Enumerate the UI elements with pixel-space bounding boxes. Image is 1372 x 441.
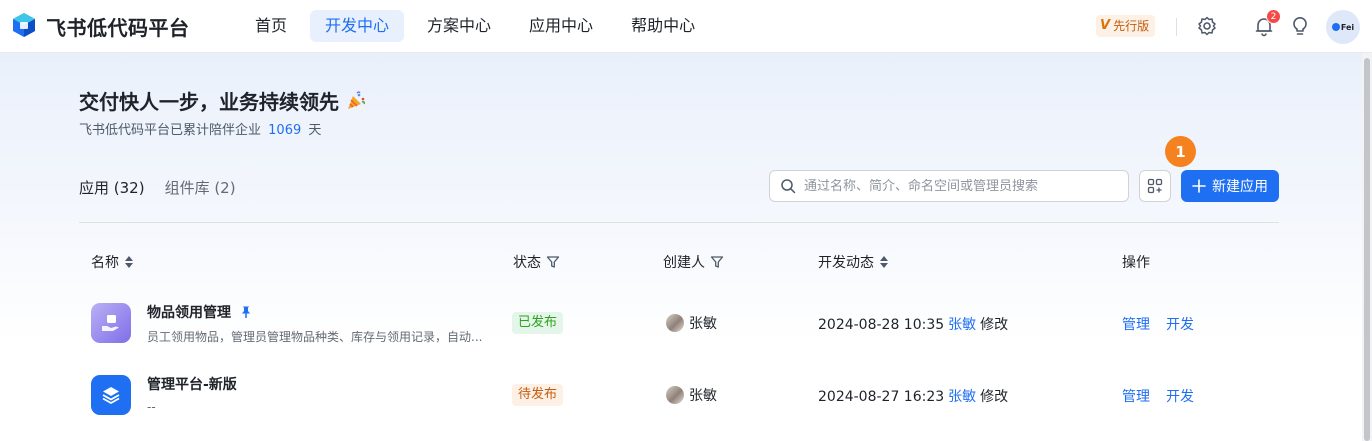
creator: 张敏 <box>666 313 717 333</box>
manage-link[interactable]: 管理 <box>1122 386 1150 406</box>
app-name[interactable]: 物品领用管理 <box>147 302 253 322</box>
party-popper-icon <box>348 90 365 109</box>
app-name[interactable]: 管理平台-新版 <box>147 374 237 394</box>
column-header-actions-label: 操作 <box>1122 255 1150 271</box>
develop-link[interactable]: 开发 <box>1166 386 1194 406</box>
lightbulb-icon[interactable] <box>1289 15 1311 37</box>
brand-name[interactable]: 飞书低代码平台 <box>46 12 190 41</box>
column-header-activity-label: 开发动态 <box>818 255 874 271</box>
status-badge: 已发布 <box>512 312 564 334</box>
dev-activity: 2024-08-27 16:23 张敏 修改 <box>818 386 1008 406</box>
nav-home[interactable]: 首页 <box>240 10 302 42</box>
filter-icon[interactable] <box>710 255 724 269</box>
column-header-creator-label: 创建人 <box>663 255 705 271</box>
develop-link[interactable]: 开发 <box>1166 314 1194 334</box>
hero-subtitle-suffix: 天 <box>308 123 322 138</box>
top-navigation-bar: 飞书低代码平台 首页 开发中心 方案中心 应用中心 帮助中心 V 先行版 2 F… <box>0 0 1372 53</box>
activity-action: 修改 <box>980 317 1009 333</box>
avatar-brand-dot-icon <box>1331 23 1340 31</box>
tab-apps[interactable]: 应用 (32) <box>79 177 145 198</box>
hero-subtitle-prefix: 飞书低代码平台已累计陪伴企业 <box>79 123 262 138</box>
column-header-status-label: 状态 <box>513 255 541 271</box>
pin-icon[interactable] <box>239 305 253 319</box>
apps-grid-add-icon <box>1147 178 1163 194</box>
plus-icon <box>1192 179 1206 193</box>
hero-title: 交付快人一步，业务持续领先 <box>79 86 367 115</box>
app-name-text: 管理平台-新版 <box>147 377 237 393</box>
activity-user[interactable]: 张敏 <box>948 317 976 333</box>
app-icon-goods <box>91 303 131 343</box>
settings-gear-icon[interactable] <box>1196 15 1218 37</box>
column-header-name-label: 名称 <box>91 255 119 271</box>
lark-lowcode-logo-icon[interactable] <box>10 11 38 39</box>
row-actions: 管理 开发 <box>1122 386 1194 406</box>
app-name-text: 物品领用管理 <box>147 305 231 321</box>
nav-dev-center[interactable]: 开发中心 <box>310 10 405 42</box>
creator-name: 张敏 <box>689 316 717 332</box>
hero-subtitle: 飞书低代码平台已累计陪伴企业 1069 天 <box>79 119 321 138</box>
preview-version-badge[interactable]: V 先行版 <box>1096 15 1156 37</box>
activity-action: 修改 <box>980 389 1009 405</box>
hand-package-icon <box>102 315 119 331</box>
notification-count-badge: 2 <box>1266 9 1281 24</box>
step-number-badge: 1 <box>1165 136 1196 167</box>
search-icon <box>781 179 796 194</box>
creator-avatar <box>666 314 684 332</box>
new-app-button[interactable]: 新建应用 <box>1181 170 1279 202</box>
column-header-creator[interactable]: 创建人 <box>663 252 724 272</box>
nav-help-center[interactable]: 帮助中心 <box>616 10 710 42</box>
tab-component-library[interactable]: 组件库 (2) <box>165 177 236 198</box>
nav-app-center[interactable]: 应用中心 <box>514 10 608 42</box>
app-description: 员工领用物品，管理员管理物品种类、库存与领用记录，自动... <box>147 330 483 344</box>
filter-icon[interactable] <box>546 255 560 269</box>
search-input[interactable] <box>804 178 1104 194</box>
creator-avatar <box>666 386 684 404</box>
tabs-divider <box>79 222 1279 223</box>
app-search-box[interactable] <box>769 170 1129 202</box>
app-icon-platform <box>91 375 131 415</box>
manage-link[interactable]: 管理 <box>1122 314 1150 334</box>
user-avatar[interactable]: Fei <box>1326 10 1360 44</box>
app-template-button[interactable] <box>1139 170 1171 202</box>
main-nav: 首页 开发中心 方案中心 应用中心 帮助中心 <box>240 10 710 42</box>
column-header-name[interactable]: 名称 <box>91 252 134 272</box>
column-header-status[interactable]: 状态 <box>513 252 560 272</box>
sort-icon[interactable] <box>124 255 134 269</box>
status-badge: 待发布 <box>512 384 564 406</box>
column-header-actions: 操作 <box>1122 252 1150 272</box>
activity-time: 2024-08-27 16:23 <box>818 389 945 405</box>
dev-activity: 2024-08-28 10:35 张敏 修改 <box>818 314 1008 334</box>
hero-days-count: 1069 <box>268 123 302 138</box>
page-scrollbar-thumb[interactable] <box>1364 58 1370 441</box>
header-divider <box>1176 18 1177 36</box>
activity-time: 2024-08-28 10:35 <box>818 317 945 333</box>
table-row[interactable]: 管理平台-新版 -- 待发布 张敏 2024-08-27 16:23 张敏 修改 管… <box>79 360 1279 430</box>
preview-version-label: 先行版 <box>1113 19 1150 33</box>
creator-name: 张敏 <box>689 388 717 404</box>
hero-title-text: 交付快人一步，业务持续领先 <box>79 90 339 114</box>
sort-icon[interactable] <box>879 255 889 269</box>
column-header-activity[interactable]: 开发动态 <box>818 252 889 272</box>
creator: 张敏 <box>666 385 717 405</box>
app-description: -- <box>147 400 156 414</box>
avatar-text: Fei <box>1340 22 1355 32</box>
activity-user[interactable]: 张敏 <box>948 389 976 405</box>
content-tabs: 应用 (32) 组件库 (2) <box>79 177 236 198</box>
new-app-label: 新建应用 <box>1212 179 1268 195</box>
nav-solution-center[interactable]: 方案中心 <box>412 10 506 42</box>
preview-v-mark: V <box>1100 18 1111 33</box>
layers-stack-icon <box>102 387 120 404</box>
row-actions: 管理 开发 <box>1122 314 1194 334</box>
table-row[interactable]: 物品领用管理 员工领用物品，管理员管理物品种类、库存与领用记录，自动... 已发… <box>79 288 1279 358</box>
